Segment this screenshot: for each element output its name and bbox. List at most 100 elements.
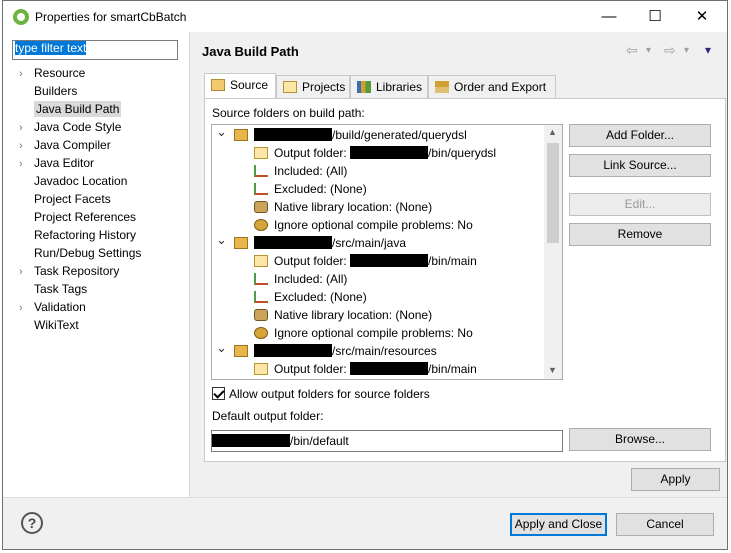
tree-attribute-row[interactable]: Output folder: /bin/querydsl — [212, 144, 542, 162]
tree-attribute-row[interactable]: Ignore optional compile problems: No — [212, 216, 542, 234]
tree-attribute-row[interactable]: Native library location: (None) — [212, 306, 542, 324]
nav-item-project-references[interactable]: Project References — [12, 208, 136, 226]
source-tab-panel: Source folders on build path: ⌄ /build/ge… — [204, 98, 726, 462]
forward-dropdown-icon[interactable]: ▾ — [684, 45, 689, 56]
tree-attribute-row[interactable]: Ignore optional compile problems: No — [212, 324, 542, 342]
chevron-right-icon[interactable]: › — [12, 299, 34, 317]
filter-icon — [254, 183, 268, 195]
nav-item-java-build-path[interactable]: Java Build Path — [12, 100, 122, 118]
tree-row-label: Native library location: (None) — [274, 200, 433, 214]
tab-libraries[interactable]: Libraries — [350, 75, 428, 99]
native-library-icon — [254, 309, 268, 321]
window-title: Properties for smartCbBatch — [35, 10, 187, 24]
nav-item-label: Task Tags — [34, 282, 88, 296]
tree-row-prefix: Output folder: — [274, 254, 351, 268]
close-button[interactable]: ✕ — [679, 1, 725, 32]
nav-item-project-facets[interactable]: Project Facets — [12, 190, 111, 208]
link-source-button[interactable]: Link Source... — [569, 154, 711, 177]
tree-row-text: Native library location: (None) — [274, 198, 432, 216]
nav-item-java-compiler[interactable]: › Java Compiler — [12, 136, 111, 154]
left-pane: type filter text › Resource Builders Java B… — [3, 32, 189, 497]
forward-arrow-icon[interactable]: ⇨ — [664, 42, 676, 59]
chevron-right-icon[interactable]: › — [12, 119, 34, 137]
tree-row-label: Ignore optional compile problems: No — [274, 326, 473, 340]
nav-item-wikitext[interactable]: WikiText — [12, 316, 79, 334]
apply-button[interactable]: Apply — [631, 468, 720, 491]
scrollbar-thumb[interactable] — [547, 143, 559, 243]
tree-attribute-row[interactable]: Output folder: /bin/main — [212, 252, 542, 270]
source-folder-icon — [234, 237, 248, 249]
chevron-right-icon[interactable]: › — [12, 65, 34, 83]
help-icon[interactable]: ? — [21, 512, 43, 534]
tree-attribute-row[interactable]: Included: (All) — [212, 162, 542, 180]
tree-attribute-row[interactable]: Excluded: (None) — [212, 288, 542, 306]
back-dropdown-icon[interactable]: ▾ — [646, 45, 651, 56]
nav-item-resource[interactable]: › Resource — [12, 64, 85, 82]
tree-row-text: Ignore optional compile problems: No — [274, 216, 473, 234]
title-bar[interactable]: Properties for smartCbBatch — ☐ ✕ — [3, 1, 727, 32]
tab-projects-label: Projects — [302, 80, 346, 94]
expand-chevron-icon[interactable]: ⌄ — [216, 339, 227, 357]
scroll-down-icon[interactable]: ▼ — [548, 365, 557, 375]
remove-button[interactable]: Remove — [569, 223, 711, 246]
browse-button[interactable]: Browse... — [569, 428, 711, 451]
expand-chevron-icon[interactable]: ⌄ — [216, 231, 227, 249]
default-output-field[interactable]: /bin/default — [211, 430, 563, 452]
tree-row-label: Excluded: (None) — [274, 182, 367, 196]
allow-output-checkbox[interactable] — [212, 387, 225, 400]
edit-button[interactable]: Edit... — [569, 193, 711, 216]
filter-icon — [254, 273, 268, 285]
tab-projects[interactable]: Projects — [276, 75, 350, 99]
nav-item-label: Java Code Style — [34, 120, 122, 134]
apply-and-close-button[interactable]: Apply and Close — [510, 513, 607, 536]
default-output-value: /bin/default — [290, 434, 349, 448]
nav-item-java-code-style[interactable]: › Java Code Style — [12, 118, 121, 136]
tree-attribute-row[interactable]: Native library location: (None) — [212, 198, 542, 216]
nav-item-label: Resource — [34, 66, 86, 80]
scroll-up-icon[interactable]: ▲ — [548, 127, 557, 137]
tree-attribute-row[interactable]: Excluded: (None) — [212, 180, 542, 198]
tree-row-text: /src/main/resources — [254, 342, 437, 360]
tab-source[interactable]: Source — [204, 73, 276, 99]
chevron-right-icon[interactable]: › — [12, 137, 34, 155]
tree-folder-row[interactable]: ⌄ /src/main/java — [212, 231, 542, 252]
nav-item-task-repository[interactable]: › Task Repository — [12, 262, 119, 280]
tree-attribute-row[interactable]: Output folder: /bin/main — [212, 360, 542, 378]
nav-item-builders[interactable]: Builders — [12, 82, 77, 100]
chevron-right-icon[interactable]: › — [12, 263, 34, 281]
filter-input[interactable]: type filter text — [12, 40, 178, 60]
view-menu-icon[interactable]: ▾ — [705, 43, 711, 57]
native-library-icon — [254, 201, 268, 213]
tree-row-prefix: Output folder: — [274, 146, 351, 160]
tree-row-text: Native library location: (None) — [274, 306, 432, 324]
tree-folder-row[interactable]: ⌄ /src/main/resources — [212, 339, 542, 360]
source-folder-tree[interactable]: ⌄ /build/generated/querydsl Output folder:… — [211, 124, 563, 380]
redacted-text — [254, 344, 332, 357]
tree-row-path: /build/generated/querydsl — [332, 128, 467, 142]
tab-libraries-label: Libraries — [376, 80, 423, 94]
nav-item-refactoring-history[interactable]: Refactoring History — [12, 226, 136, 244]
cancel-button[interactable]: Cancel — [616, 513, 714, 536]
nav-item-validation[interactable]: › Validation — [12, 298, 86, 316]
expand-chevron-icon[interactable]: ⌄ — [216, 125, 227, 141]
back-arrow-icon[interactable]: ⇦ — [626, 42, 638, 59]
maximize-button[interactable]: ☐ — [632, 1, 678, 32]
nav-item-java-editor[interactable]: › Java Editor — [12, 154, 94, 172]
settings-icon — [254, 327, 268, 339]
redacted-text — [212, 434, 290, 447]
filter-icon — [254, 291, 268, 303]
nav-item-label: Java Editor — [34, 156, 95, 170]
tab-order-export[interactable]: Order and Export — [428, 75, 556, 99]
nav-item-run-debug-settings[interactable]: Run/Debug Settings — [12, 244, 141, 262]
nav-item-label: Run/Debug Settings — [34, 246, 142, 260]
nav-item-javadoc-location[interactable]: Javadoc Location — [12, 172, 127, 190]
tree-folder-row[interactable]: ⌄ /build/generated/querydsl — [212, 125, 542, 144]
minimize-button[interactable]: — — [586, 1, 632, 32]
tree-attribute-row[interactable]: Included: (All) — [212, 270, 542, 288]
tree-scrollbar[interactable]: ▲ ▼ — [544, 125, 562, 379]
nav-item-label: Validation — [34, 300, 86, 314]
add-folder-button[interactable]: Add Folder... — [569, 124, 711, 147]
chevron-right-icon[interactable]: › — [12, 155, 34, 173]
allow-output-label[interactable]: Allow output folders for source folders — [229, 387, 430, 401]
nav-item-task-tags[interactable]: Task Tags — [12, 280, 87, 298]
